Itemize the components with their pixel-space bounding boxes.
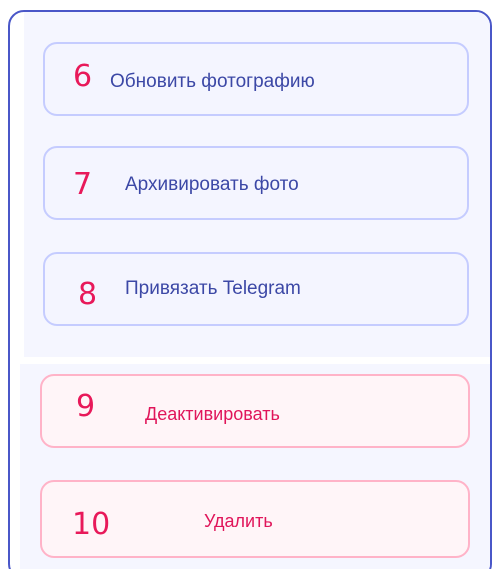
- link-telegram-button[interactable]: 8 Привязать Telegram: [43, 252, 469, 326]
- archive-photo-button[interactable]: 7 Архивировать фото: [43, 146, 469, 220]
- step-number: 10: [72, 507, 111, 542]
- step-number: 6: [73, 59, 93, 94]
- step-number: 8: [78, 277, 98, 312]
- link-telegram-label: Привязать Telegram: [125, 278, 301, 299]
- update-photo-label: Обновить фотографию: [110, 71, 315, 92]
- archive-photo-label: Архивировать фото: [125, 174, 299, 195]
- deactivate-button[interactable]: 9 Деактивировать: [40, 374, 470, 448]
- step-number: 9: [76, 389, 96, 424]
- update-photo-button[interactable]: 6 Обновить фотографию: [43, 42, 469, 116]
- deactivate-label: Деактивировать: [145, 404, 280, 424]
- step-number: 7: [73, 167, 93, 202]
- user-actions-panel: 6 Обновить фотографию 7 Архивировать фот…: [8, 10, 492, 569]
- delete-button[interactable]: 10 Удалить: [40, 480, 470, 558]
- delete-label: Удалить: [204, 511, 273, 531]
